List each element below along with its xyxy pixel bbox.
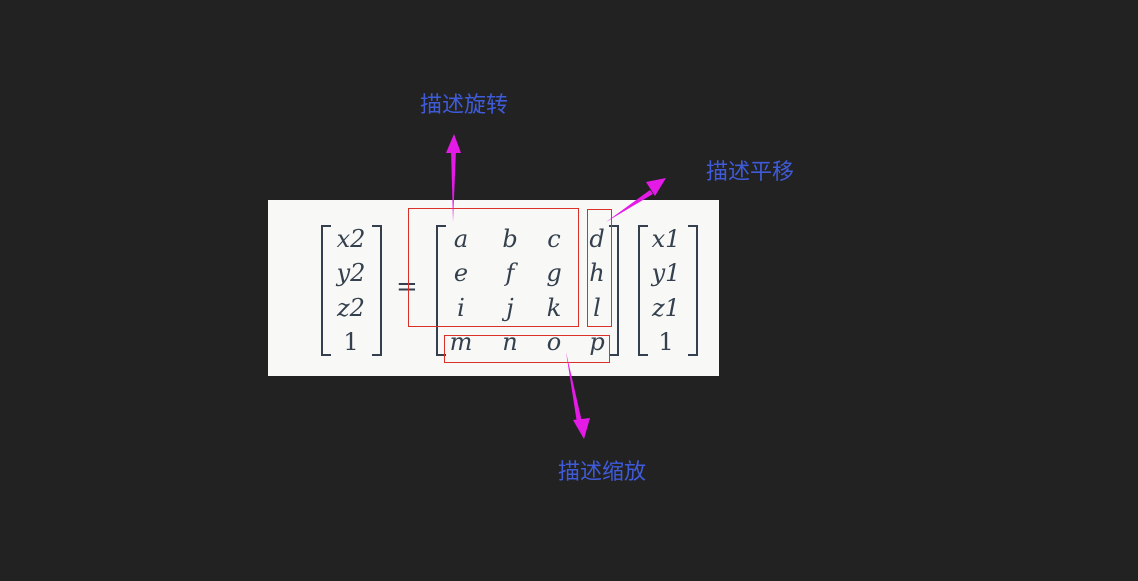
annotation-arrows [446, 134, 666, 439]
translation-arrow [606, 178, 666, 222]
rotation-arrow [446, 134, 461, 222]
scale-arrow [566, 352, 590, 439]
